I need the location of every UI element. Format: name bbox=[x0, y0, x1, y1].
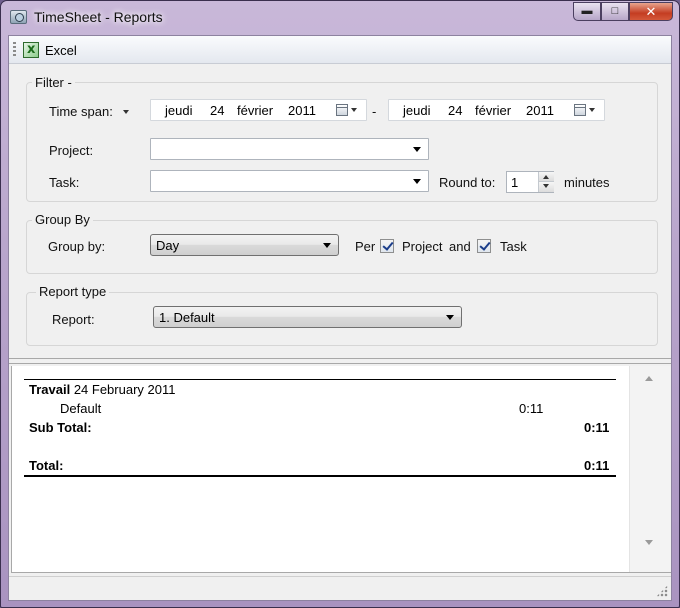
date-to-day: 24 bbox=[448, 103, 463, 118]
chevron-down-icon[interactable] bbox=[413, 179, 421, 184]
date-from-weekday: jeudi bbox=[165, 103, 193, 118]
date-from-picker[interactable]: jeudi 24 février 2011 bbox=[150, 99, 367, 121]
chevron-down-icon[interactable] bbox=[323, 243, 331, 248]
date-from-day: 24 bbox=[210, 103, 225, 118]
minimize-button[interactable]: ▬ bbox=[573, 2, 601, 21]
filter-legend: Filter - bbox=[32, 75, 75, 90]
spin-down-icon[interactable] bbox=[539, 182, 554, 192]
chevron-down-icon[interactable] bbox=[589, 108, 595, 112]
toolbar-grip-icon[interactable] bbox=[13, 42, 16, 58]
total-value: 0:11 bbox=[584, 458, 610, 473]
report-group-title-date: 24 February 2011 bbox=[70, 382, 176, 397]
date-to-month: février bbox=[475, 103, 512, 118]
resize-grip-icon[interactable] bbox=[656, 585, 668, 597]
maximize-button[interactable]: □ bbox=[601, 2, 629, 21]
report-view: Travail 24 February 2011 Default 0:11 Su… bbox=[11, 366, 629, 572]
round-to-unit: minutes bbox=[564, 175, 610, 190]
calendar-icon[interactable] bbox=[574, 104, 586, 116]
calendar-icon[interactable] bbox=[336, 104, 348, 116]
excel-button-label: Excel bbox=[45, 42, 77, 58]
report-row-name: Default bbox=[60, 401, 102, 416]
app-window: TimeSheet - Reports ▬ □ ✕ Excel Filter -… bbox=[0, 0, 680, 608]
vertical-scrollbar[interactable] bbox=[629, 366, 671, 572]
toolbar: Excel bbox=[9, 36, 671, 64]
report-group-title-bold: Travail bbox=[29, 382, 71, 397]
group-by-legend: Group By bbox=[32, 212, 93, 227]
report-bottom-edge bbox=[11, 572, 671, 575]
report-value: 1. Default bbox=[159, 310, 215, 325]
project-combo[interactable] bbox=[150, 138, 429, 160]
timesheet-app-icon[interactable] bbox=[10, 10, 27, 24]
window-controls: ▬ □ ✕ bbox=[573, 2, 673, 21]
spin-up-icon[interactable] bbox=[539, 172, 554, 182]
round-to-spinner[interactable]: 1 bbox=[506, 171, 554, 193]
task-checkbox[interactable] bbox=[477, 239, 491, 253]
round-to-value[interactable]: 1 bbox=[511, 175, 518, 190]
date-from-year: 2011 bbox=[288, 103, 316, 118]
task-combo[interactable] bbox=[150, 170, 429, 192]
date-to-weekday: jeudi bbox=[403, 103, 431, 118]
group-by-dropdown[interactable]: Day bbox=[150, 234, 339, 256]
per-label: Per bbox=[355, 239, 376, 254]
date-separator: - bbox=[372, 104, 377, 119]
chevron-down-icon[interactable] bbox=[446, 315, 454, 320]
close-button[interactable]: ✕ bbox=[629, 2, 673, 21]
task-label: Task: bbox=[49, 175, 80, 190]
report-type-legend: Report type bbox=[36, 284, 110, 299]
chevron-down-icon[interactable] bbox=[351, 108, 357, 112]
panel-splitter[interactable] bbox=[9, 358, 671, 364]
project-checkbox-label[interactable]: Project bbox=[402, 239, 442, 254]
report-label: Report: bbox=[52, 312, 95, 327]
report-dropdown[interactable]: 1. Default bbox=[153, 306, 462, 328]
group-by-value: Day bbox=[156, 238, 180, 253]
project-label: Project: bbox=[49, 143, 94, 158]
excel-export-button[interactable]: Excel bbox=[23, 40, 77, 60]
subtotal-value: 0:11 bbox=[584, 420, 610, 435]
project-checkbox[interactable] bbox=[380, 239, 394, 253]
report-group-title: Travail 24 February 2011 bbox=[29, 382, 175, 397]
report-row-value: 0:11 bbox=[519, 401, 544, 416]
total-label: Total: bbox=[29, 458, 64, 473]
time-span-label: Time span: bbox=[49, 104, 113, 119]
scroll-up-icon[interactable] bbox=[645, 376, 653, 381]
round-to-label: Round to: bbox=[439, 175, 496, 190]
date-to-year: 2011 bbox=[526, 103, 554, 118]
chevron-down-icon[interactable] bbox=[413, 147, 421, 152]
report-total-rule bbox=[24, 475, 616, 477]
status-bar bbox=[9, 576, 671, 600]
task-checkbox-label[interactable]: Task bbox=[500, 239, 527, 254]
excel-icon bbox=[23, 42, 39, 58]
subtotal-label: Sub Total: bbox=[29, 420, 92, 435]
group-by-label: Group by: bbox=[48, 239, 106, 254]
and-label: and bbox=[449, 239, 471, 254]
report-top-rule bbox=[24, 379, 616, 380]
group-by-group bbox=[26, 220, 658, 274]
window-title: TimeSheet - Reports bbox=[34, 9, 163, 25]
title-bar[interactable]: TimeSheet - Reports ▬ □ ✕ bbox=[1, 1, 679, 33]
scroll-down-icon[interactable] bbox=[645, 540, 653, 545]
date-to-picker[interactable]: jeudi 24 février 2011 bbox=[388, 99, 605, 121]
time-span-dropdown-icon[interactable] bbox=[123, 110, 129, 114]
date-from-month: février bbox=[237, 103, 274, 118]
client-area: Excel Filter - Time span: jeudi 24 févri… bbox=[8, 35, 672, 601]
spinner-buttons bbox=[538, 172, 554, 192]
